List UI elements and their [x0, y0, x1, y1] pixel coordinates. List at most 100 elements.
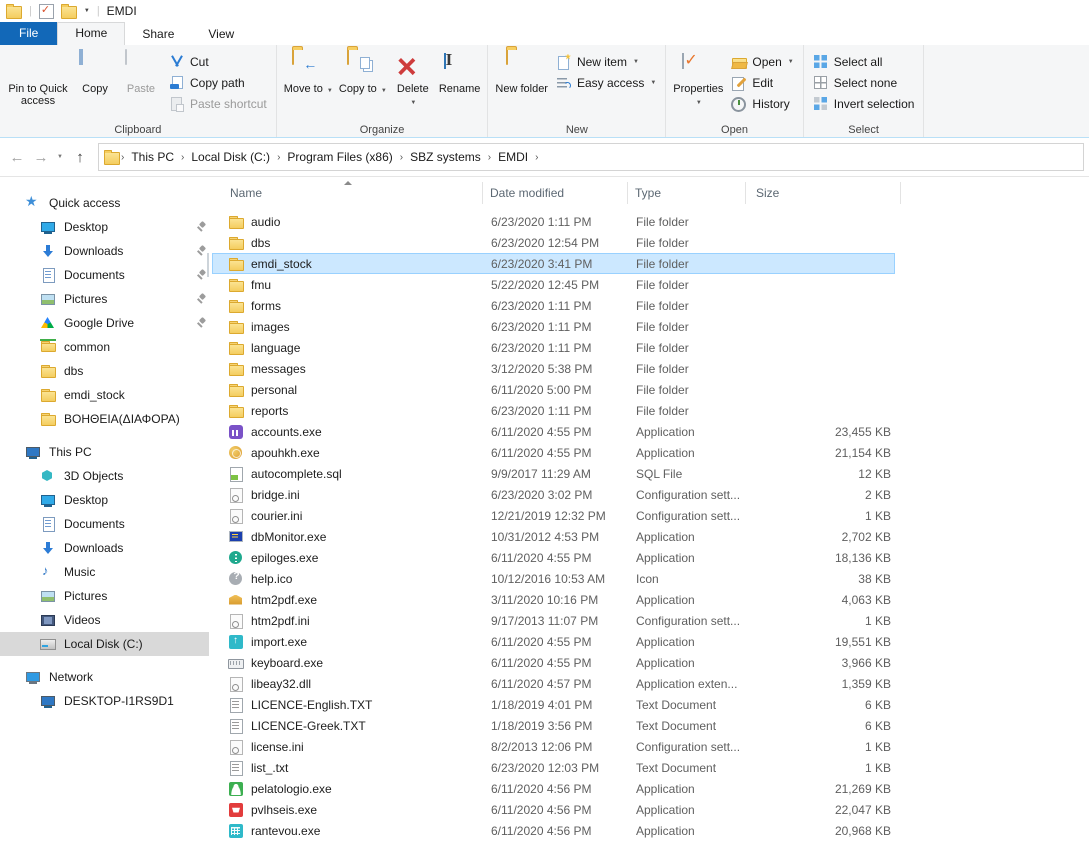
file-row-pelatologio-exe[interactable]: pelatologio.exe 6/11/2020 4:56 PM Applic… — [212, 778, 895, 799]
paste-button[interactable]: Paste — [118, 48, 164, 97]
sidebar-section-this-pc-header[interactable]: This PC — [0, 440, 209, 464]
sidebar-item-desktop[interactable]: Desktop — [0, 215, 209, 239]
select-small-buttons: Select all Select none Invert selection — [808, 48, 920, 114]
sidebar-item-documents[interactable]: Documents — [0, 263, 209, 287]
file-row-messages[interactable]: messages 3/12/2020 5:38 PM File folder — [212, 358, 895, 379]
app-folder-icon — [6, 6, 22, 19]
file-row-import-exe[interactable]: import.exe 6/11/2020 4:55 PM Application… — [212, 631, 895, 652]
recent-locations-dropdown-icon[interactable]: ▼ — [53, 154, 67, 160]
file-row-help-ico[interactable]: help.ico 10/12/2016 10:53 AM Icon 38 KB — [212, 568, 895, 589]
file-row-dbmonitor-exe[interactable]: dbMonitor.exe 10/31/2012 4:53 PM Applica… — [212, 526, 895, 547]
file-row-list-txt[interactable]: list_.txt 6/23/2020 12:03 PM Text Docume… — [212, 757, 895, 778]
file-row-accounts-exe[interactable]: accounts.exe 6/11/2020 4:55 PM Applicati… — [212, 421, 895, 442]
file-row-courier-ini[interactable]: courier.ini 12/21/2019 12:32 PM Configur… — [212, 505, 895, 526]
sidebar-item-item[interactable]: ΒΟΗΘΕΙΑ(ΔΙΑΦΟΡΑ) — [0, 407, 209, 431]
sidebar-section-quick-access-header[interactable]: Quick access — [0, 191, 209, 215]
copy-to-button[interactable]: Copy to ▼ — [336, 48, 390, 99]
paste-shortcut-button[interactable]: Paste shortcut — [164, 93, 272, 114]
sidebar-section-network-header[interactable]: Network — [0, 665, 209, 689]
edit-button[interactable]: Edit — [726, 72, 798, 93]
file-row-emdi-stock[interactable]: emdi_stock 6/23/2020 3:41 PM File folder — [212, 253, 895, 274]
properties-check-icon[interactable] — [39, 4, 54, 19]
sidebar-item-emdi-stock[interactable]: emdi_stock — [0, 383, 209, 407]
tab-home[interactable]: Home — [57, 22, 125, 45]
up-button[interactable]: ↑ — [67, 149, 93, 166]
open-button[interactable]: Open ▼ — [726, 51, 798, 72]
breadcrumb-item-program-files-x86[interactable]: Program Files (x86) — [281, 148, 398, 166]
select-all-button[interactable]: Select all — [808, 51, 920, 72]
history-button[interactable]: History — [726, 93, 798, 114]
pin-to-quick-access-button[interactable]: Pin to Quick access — [4, 48, 72, 109]
file-row-apouhkh-exe[interactable]: apouhkh.exe 6/11/2020 4:55 PM Applicatio… — [212, 442, 895, 463]
column-header-size[interactable]: Size — [746, 182, 901, 204]
cut-button[interactable]: Cut — [164, 51, 272, 72]
sidebar-item-google-drive[interactable]: Google Drive — [0, 311, 209, 335]
new-folder-button[interactable]: New folder — [492, 48, 551, 97]
breadcrumb-separator[interactable]: › — [534, 152, 539, 163]
address-bar[interactable]: › This PC›Local Disk (C:)›Program Files … — [98, 143, 1084, 171]
sidebar-item-dbs[interactable]: dbs — [0, 359, 209, 383]
sidebar-item-documents[interactable]: Documents — [0, 512, 209, 536]
rename-button[interactable]: Rename — [436, 48, 484, 97]
properties-button[interactable]: Properties▼ — [670, 48, 726, 111]
sidebar-item-desktop[interactable]: Desktop — [0, 488, 209, 512]
breadcrumb-item-sbz-systems[interactable]: SBZ systems — [404, 148, 487, 166]
breadcrumb-item-local-disk-c[interactable]: Local Disk (C:) — [185, 148, 276, 166]
file-row-bridge-ini[interactable]: bridge.ini 6/23/2020 3:02 PM Configurati… — [212, 484, 895, 505]
file-row-licence-greek-txt[interactable]: LICENCE-Greek.TXT 1/18/2019 3:56 PM Text… — [212, 715, 895, 736]
delete-button[interactable]: Delete▼ — [390, 48, 436, 111]
file-row-reports[interactable]: reports 6/23/2020 1:11 PM File folder — [212, 400, 895, 421]
sidebar-item-local-disk-c[interactable]: Local Disk (C:) — [0, 632, 209, 656]
breadcrumb-item-this-pc[interactable]: This PC — [125, 148, 180, 166]
new-item-button[interactable]: New item ▼ — [551, 51, 661, 72]
tab-share[interactable]: Share — [125, 24, 191, 45]
file-row-dbs[interactable]: dbs 6/23/2020 12:54 PM File folder — [212, 232, 895, 253]
easy-access-button[interactable]: Easy access ▼ — [551, 72, 661, 93]
file-row-personal[interactable]: personal 6/11/2020 5:00 PM File folder — [212, 379, 895, 400]
file-row-libeay32-dll[interactable]: libeay32.dll 6/11/2020 4:57 PM Applicati… — [212, 673, 895, 694]
file-row-htm2pdf-ini[interactable]: htm2pdf.ini 9/17/2013 11:07 PM Configura… — [212, 610, 895, 631]
file-row-rantevou-exe[interactable]: rantevou.exe 6/11/2020 4:56 PM Applicati… — [212, 820, 895, 841]
sidebar-item-downloads[interactable]: Downloads — [0, 239, 209, 263]
sidebar-item-desktop-i1rs9d1[interactable]: DESKTOP-I1RS9D1 — [0, 689, 209, 713]
file-type: File folder — [634, 320, 745, 334]
file-row-images[interactable]: images 6/23/2020 1:11 PM File folder — [212, 316, 895, 337]
sidebar-item-music[interactable]: Music — [0, 560, 209, 584]
column-header-type[interactable]: Type — [628, 182, 746, 204]
move-to-button[interactable]: Move to ▼ — [281, 48, 336, 99]
sidebar-section-label: Network — [49, 670, 93, 684]
file-date-modified: 10/31/2012 4:53 PM — [489, 530, 634, 544]
invert-selection-button[interactable]: Invert selection — [808, 93, 920, 114]
sidebar-item-common[interactable]: common — [0, 335, 209, 359]
customize-toolbar-dropdown-icon[interactable]: ▼ — [84, 8, 90, 14]
column-header-name[interactable]: Name — [212, 182, 483, 204]
back-button[interactable]: ← — [5, 149, 29, 166]
file-row-epiloges-exe[interactable]: epiloges.exe 6/11/2020 4:55 PM Applicati… — [212, 547, 895, 568]
column-header-date-modified[interactable]: Date modified — [483, 182, 628, 204]
forward-button[interactable]: → — [29, 149, 53, 166]
select-none-button[interactable]: Select none — [808, 72, 920, 93]
sidebar-item-pictures[interactable]: Pictures — [0, 584, 209, 608]
new-folder-icon[interactable] — [61, 6, 77, 19]
folder-icon — [228, 403, 244, 419]
breadcrumb-item-emdi[interactable]: EMDI — [492, 148, 534, 166]
file-type: Configuration sett... — [634, 488, 745, 502]
sidebar-item-3d-objects[interactable]: 3D Objects — [0, 464, 209, 488]
copy-path-button[interactable]: Copy path — [164, 72, 272, 93]
sidebar-item-downloads[interactable]: Downloads — [0, 536, 209, 560]
tab-file[interactable]: File — [0, 22, 57, 45]
file-row-pvlhseis-exe[interactable]: pvlhseis.exe 6/11/2020 4:56 PM Applicati… — [212, 799, 895, 820]
file-row-language[interactable]: language 6/23/2020 1:11 PM File folder — [212, 337, 895, 358]
copy-button[interactable]: Copy — [72, 48, 118, 97]
sidebar-item-videos[interactable]: Videos — [0, 608, 209, 632]
file-row-keyboard-exe[interactable]: keyboard.exe 6/11/2020 4:55 PM Applicati… — [212, 652, 895, 673]
file-row-forms[interactable]: forms 6/23/2020 1:11 PM File folder — [212, 295, 895, 316]
sidebar-item-pictures[interactable]: Pictures — [0, 287, 209, 311]
tab-view[interactable]: View — [191, 24, 251, 45]
file-row-fmu[interactable]: fmu 5/22/2020 12:45 PM File folder — [212, 274, 895, 295]
file-row-licence-english-txt[interactable]: LICENCE-English.TXT 1/18/2019 4:01 PM Te… — [212, 694, 895, 715]
file-row-htm2pdf-exe[interactable]: htm2pdf.exe 3/11/2020 10:16 PM Applicati… — [212, 589, 895, 610]
file-row-autocomplete-sql[interactable]: autocomplete.sql 9/9/2017 11:29 AM SQL F… — [212, 463, 895, 484]
file-row-audio[interactable]: audio 6/23/2020 1:11 PM File folder — [212, 211, 895, 232]
file-row-license-ini[interactable]: license.ini 8/2/2013 12:06 PM Configurat… — [212, 736, 895, 757]
